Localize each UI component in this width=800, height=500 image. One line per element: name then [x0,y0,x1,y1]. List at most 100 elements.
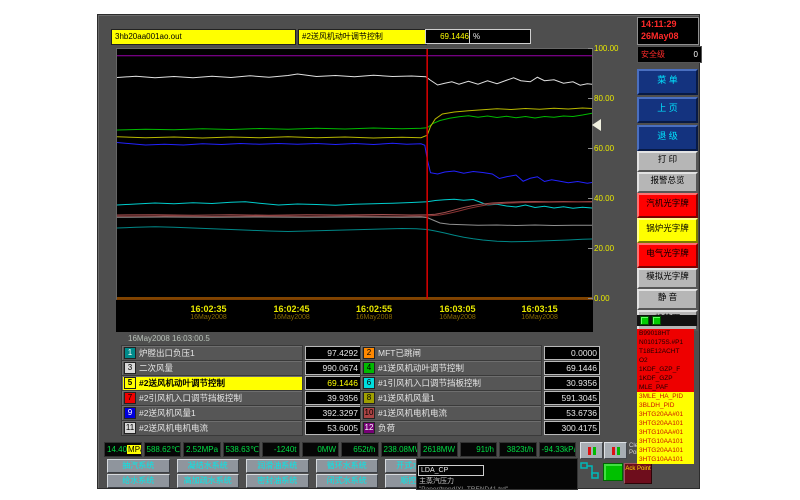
status-value-row: 14.40MPa588.62℃2.52MPa538.63℃-1240t0MW65… [104,442,576,457]
alarm-item[interactable]: MLE_PAF [637,383,694,392]
sidebar-button-汽机光字牌[interactable]: 汽机光字牌 [637,193,698,218]
legend-point-value: 30.9356 [544,376,600,390]
sidebar-button-菜单[interactable]: 菜 单 [637,69,698,95]
legend-label-cell[interactable]: 11#2送风机电机电流 [121,420,303,436]
legend-point-value: 53.6005 [305,421,361,435]
sidebar-button-上页[interactable]: 上 页 [637,97,698,123]
point-indicator-button-1[interactable] [580,442,603,459]
status-indicator-row [637,315,697,326]
status-value-cell: 588.62℃ [144,442,182,457]
y-tick-label: 40.00 [594,194,634,203]
alarm-item[interactable]: 3MLE_HA_PID [637,392,694,401]
legend-row[interactable]: 2MFT已跳闸0.0000 [360,346,600,360]
legend-label-cell[interactable]: 3二次风量 [121,360,303,376]
screen-shortcut-button[interactable]: 抽汽系统 [107,459,170,473]
alarm-item[interactable]: O2 [637,356,694,365]
alarm-item[interactable]: 1KDF_GZP [637,374,694,383]
alarm-item[interactable]: 3HTG10AA101 [637,437,694,446]
legend-label-cell[interactable]: 9#2送风机风量1 [121,405,303,421]
screen-shortcut-button[interactable]: 循环水系统 [316,459,379,473]
legend-point-value: 69.1446 [544,361,600,375]
legend-label-cell[interactable]: 7#2引风机入口调节挡板控制 [121,390,303,406]
legend-point-value: 39.9356 [305,391,361,405]
clock-display: 14:11:29 26May08 [637,17,699,45]
legend-row[interactable]: 8#1送风机风量1591.3045 [360,391,600,405]
legend-row[interactable]: 6#1引风机入口调节挡板控制30.9356 [360,376,600,390]
alarm-item[interactable]: 3HTG20AA#01 [637,410,694,419]
screen-shortcut-button[interactable]: 给水系统 [107,474,170,488]
trend-series-二次风量 [117,74,592,85]
legend-color-swatch: 2 [363,347,375,359]
legend-point-value: 97.4292 [305,346,361,360]
sidebar-button-静音[interactable]: 静 音 [637,289,698,310]
legend-column-right: 2MFT已跳闸0.00004#1送风机动叶调节控制69.14466#1引风机入口… [360,346,600,436]
legend-row[interactable]: 3二次风量990.0674 [121,361,361,375]
legend-row[interactable]: 10#1送风机电机电流53.6736 [360,406,600,420]
status-value-cell: 538.63℃ [223,442,261,457]
sidebar-button-电气光字牌[interactable]: 电气光字牌 [637,243,698,268]
trend-series-#2送风机动叶调节控制 [117,108,592,138]
sidebar-button-锅炉光字牌[interactable]: 锅炉光字牌 [637,218,698,243]
screen-shortcut-button[interactable]: 闭式水系统 [316,474,379,488]
legend-label-cell[interactable]: 6#1引风机入口调节挡板控制 [360,375,542,391]
alarm-item[interactable]: 3HTG20AA101 [637,446,694,455]
trend-series-#1送风机动叶调节控制 [117,113,592,130]
legend-point-value: 53.6736 [544,406,600,420]
selected-trend-item[interactable]: LDA_CP [418,465,484,476]
legend-label-cell[interactable]: 1炉膛出口负压1 [121,345,303,361]
legend-point-value: 0.0000 [544,346,600,360]
sidebar-button-退级[interactable]: 退 级 [637,125,698,151]
legend-row[interactable]: 7#2引风机入口调节挡板控制39.9356 [121,391,361,405]
legend-row[interactable]: 11#2送风机电机电流53.6005 [121,421,361,435]
alarm-item[interactable]: 3HTG10AA101 [637,455,694,464]
network-icon[interactable] [580,462,600,480]
cursor-value-pointer-icon[interactable] [592,119,601,131]
legend-label-cell[interactable]: 4#1送风机动叶调节控制 [360,360,542,376]
point-title-field[interactable]: #2送风机动叶调节控制 [298,29,427,45]
legend-point-value: 990.0674 [305,361,361,375]
screen-shortcut-button[interactable]: 润滑油系统 [246,459,309,473]
legend-label-cell[interactable]: 2MFT已跳闸 [360,345,542,361]
cursor-timestamp: 16May2008 16:03:00.5 [128,334,210,343]
status-unit: MPa [127,445,141,454]
legend-row[interactable]: 12负荷300.4175 [360,421,600,435]
alarm-item[interactable]: 1KDF_GZP_F [637,365,694,374]
y-tick-label: 0.00 [594,294,634,303]
legend-label-cell[interactable]: 5#2送风机动叶调节控制 [121,375,303,391]
alarm-item[interactable]: B99018HT [637,329,694,338]
legend-color-swatch: 10 [363,407,375,419]
alarm-item[interactable]: N010175S.#P1 [637,338,694,347]
security-level-label: 安全级 [641,47,665,62]
alarm-item[interactable]: 3HTG10AA#01 [637,428,694,437]
legend-row[interactable]: 1炉膛出口负压197.4292 [121,346,361,360]
trend-plot[interactable] [116,48,593,301]
point-tag-field[interactable]: 3hb20aa001ao.out [111,29,296,45]
legend-color-swatch: 11 [124,422,136,434]
legend-color-swatch: 3 [124,362,136,374]
red-bar-icon [588,447,591,455]
sidebar-button-模拟光字牌[interactable]: 模拟光字牌 [637,268,698,289]
legend-label-cell[interactable]: 10#1送风机电机电流 [360,405,542,421]
screen-shortcut-button[interactable]: 密封油系统 [246,474,309,488]
legend-label-cell[interactable]: 8#1送风机风量1 [360,390,542,406]
point-value-box: 69.1446 [425,29,473,44]
green-status-icon [640,316,649,325]
point-indicator-button-2[interactable] [604,442,627,459]
x-tick-label: 16:02:3516May2008 [190,304,227,321]
trend-file-field[interactable]: LDA_CP 主蒸汽压力 "Paper/trend/XL.TREND41.trd… [416,458,578,490]
sidebar-button-打印[interactable]: 打 印 [637,151,698,172]
legend-label-cell[interactable]: 12负荷 [360,420,542,436]
alarm-item[interactable]: 3BLDH_PID [637,401,694,410]
y-tick-mark [588,248,593,249]
time-axis: 16:02:3516May200816:02:4516May200816:02:… [116,300,593,332]
alarm-item[interactable]: T18E12ACHT [637,347,694,356]
legend-point-name: 炉膛出口负压1 [139,347,195,359]
screen-shortcut-button[interactable]: 凝结水系统 [177,459,240,473]
legend-row[interactable]: 5#2送风机动叶调节控制69.1446 [121,376,361,390]
sidebar-button-报警总览[interactable]: 报警总览 [637,172,698,193]
screen-shortcut-button[interactable]: 高加疏水系统 [177,474,240,488]
alarm-item[interactable]: 3HTG20AA101 [637,419,694,428]
monitor-icon[interactable] [603,463,623,481]
legend-row[interactable]: 4#1送风机动叶调节控制69.1446 [360,361,600,375]
legend-row[interactable]: 9#2送风机风量1392.3297 [121,406,361,420]
